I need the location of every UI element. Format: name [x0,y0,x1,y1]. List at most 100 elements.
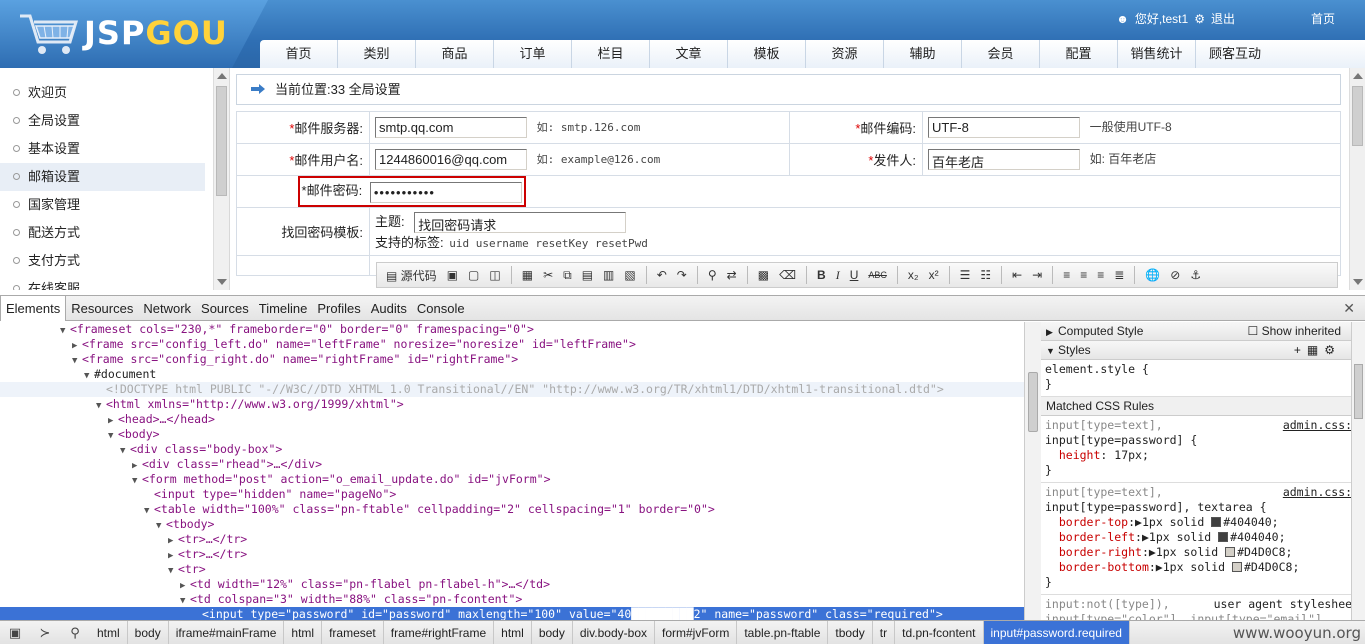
breadcrumb-item[interactable]: body [532,621,573,644]
underline-button[interactable]: U [847,268,862,282]
breadcrumb-item[interactable]: form#jvForm [655,621,738,644]
breadcrumb-item[interactable]: input#password.required [983,621,1130,644]
strike-button[interactable]: ABC [865,270,890,280]
nav-order[interactable]: 订单 [494,40,572,68]
align-left-icon[interactable]: ≡ [1060,268,1073,282]
dom-node[interactable]: ▶ <td width="12%" class="pn-flabel pn-fla… [0,577,1024,592]
subject-input[interactable]: 找回密码请求 [414,211,627,233]
breadcrumb-item[interactable]: html [284,621,323,644]
color-swatch[interactable] [1211,517,1222,527]
nav-sales-stats[interactable]: 销售统计 [1118,40,1196,68]
ordered-list-icon[interactable]: ☰ [957,268,974,282]
new-page-icon[interactable]: ▢ [465,268,482,282]
collapse-icon[interactable]: ▼ [84,369,94,384]
collapse-icon[interactable]: ▼ [144,504,154,519]
align-center-icon[interactable]: ≡ [1077,268,1090,282]
computed-style-header[interactable]: ▶ Computed Style ☐ Show inherited [1041,322,1365,341]
nav-category[interactable]: 类别 [338,40,416,68]
tab-console[interactable]: Console [412,296,470,321]
breadcrumb-item[interactable]: body [128,621,169,644]
nav-customer-interaction[interactable]: 顾客互动 [1196,40,1274,68]
scroll-thumb[interactable] [1352,86,1363,146]
nav-assist[interactable]: 辅助 [884,40,962,68]
dom-node-selected[interactable]: <input type="password" id="password" max… [0,607,1024,620]
cut-icon[interactable]: ✂ [540,268,556,282]
tab-elements[interactable]: Elements [0,295,67,321]
sidebar-item-payment[interactable]: 支付方式 [0,247,205,275]
source-button[interactable]: ▤ 源代码 [383,267,440,284]
redo-icon[interactable]: ↷ [674,268,690,282]
css-declaration[interactable]: border-left:▶1px solid #404040; [1045,530,1361,545]
subscript-button[interactable]: x₂ [905,268,922,282]
collapse-icon[interactable]: ▼ [156,519,166,534]
tab-resources[interactable]: Resources [66,296,138,321]
sidebar-item-email-settings[interactable]: 邮箱设置 [0,163,205,191]
preview-icon[interactable]: ◫ [486,268,503,282]
logout-link[interactable]: 退出 [1211,10,1235,27]
styles-scrollbar[interactable] [1351,322,1365,620]
search-icon[interactable]: ⚲ [60,625,90,641]
tab-audits[interactable]: Audits [366,296,412,321]
dom-node[interactable]: ▼ <frameset cols="230,*" frameborder="0" … [0,322,1024,337]
collapse-icon[interactable]: ▼ [132,474,142,489]
collapse-icon[interactable]: ▼ [96,399,106,414]
nav-product[interactable]: 商品 [416,40,494,68]
mail-encoding-input[interactable]: UTF-8 [928,117,1080,138]
breadcrumb-item[interactable]: table.pn-ftable [737,621,829,644]
dom-node[interactable]: ▼ #document [0,367,1024,382]
scroll-down-icon[interactable] [217,279,227,285]
nav-home[interactable]: 首页 [260,40,338,68]
dom-node[interactable]: ▶ <tr>…</tr> [0,532,1024,547]
align-right-icon[interactable]: ≡ [1094,268,1107,282]
sidebar-item-shipping[interactable]: 配送方式 [0,219,205,247]
breadcrumb-item[interactable]: td.pn-fcontent [895,621,984,644]
styles-header[interactable]: ▼ Styles +▦⚙ [1041,341,1365,360]
dom-node[interactable]: ▼ <td colspan="3" width="88%" class="pn-f… [0,592,1024,607]
unlink-icon[interactable]: ⊘ [1167,268,1183,282]
styles-actions[interactable]: +▦⚙ [1294,341,1341,360]
nav-article[interactable]: 文章 [650,40,728,68]
dom-node[interactable]: ▼ <tbody> [0,517,1024,532]
console-drawer-icon[interactable]: ≻ [30,625,60,641]
superscript-button[interactable]: x² [926,268,942,282]
scroll-thumb[interactable] [1028,372,1038,432]
copy-icon[interactable]: ⧉ [560,268,575,283]
dom-node[interactable]: ▼ <table width="100%" class="pn-ftable" c… [0,502,1024,517]
dom-node[interactable]: <!DOCTYPE html PUBLIC "-//W3C//DTD XHTML… [0,382,1024,397]
dom-node[interactable]: ▼ <tr> [0,562,1024,577]
tab-sources[interactable]: Sources [196,296,254,321]
template-icon[interactable]: ▦ [519,268,536,282]
outdent-icon[interactable]: ⇤ [1009,268,1025,282]
tab-profiles[interactable]: Profiles [312,296,365,321]
dom-node[interactable]: ▶ <frame src="config_left.do" name="leftF… [0,337,1024,352]
select-all-icon[interactable]: ▩ [755,268,772,282]
link-icon[interactable]: 🌐 [1142,268,1163,282]
nav-channel[interactable]: 栏目 [572,40,650,68]
css-declaration[interactable]: border-bottom:▶1px solid #D4D0C8; [1045,560,1361,575]
mail-user-input[interactable]: 1244860016@qq.com [375,149,527,170]
dom-node[interactable]: ▼ <div class="body-box"> [0,442,1024,457]
content-scrollbar[interactable] [1349,68,1365,290]
breadcrumb-item[interactable]: html [90,621,128,644]
scroll-up-icon[interactable] [1353,73,1363,79]
sender-input[interactable]: 百年老店 [928,149,1080,170]
dom-node[interactable]: ▼ <frame src="config_right.do" name="righ… [0,352,1024,367]
home-link[interactable]: 首页 [1311,10,1335,27]
sidebar-item-country[interactable]: 国家管理 [0,191,205,219]
breadcrumb-item[interactable]: tbody [828,621,873,644]
scroll-thumb[interactable] [216,86,227,196]
dom-node[interactable]: ▶ <tr>…</tr> [0,547,1024,562]
paste-text-icon[interactable]: ▥ [600,268,617,282]
dom-node[interactable]: ▶ <head>…</head> [0,412,1024,427]
collapse-icon[interactable]: ▼ [60,324,70,339]
find-icon[interactable]: ⚲ [705,268,720,282]
undo-icon[interactable]: ↶ [654,268,670,282]
collapse-icon[interactable]: ▼ [120,444,130,459]
scroll-up-icon[interactable] [217,73,227,79]
bold-button[interactable]: B [814,268,829,282]
nav-template[interactable]: 模板 [728,40,806,68]
color-swatch[interactable] [1218,532,1229,542]
color-swatch[interactable] [1231,562,1242,572]
mail-password-input[interactable]: ••••••••••• [369,181,522,203]
paste-word-icon[interactable]: ▧ [621,268,638,282]
